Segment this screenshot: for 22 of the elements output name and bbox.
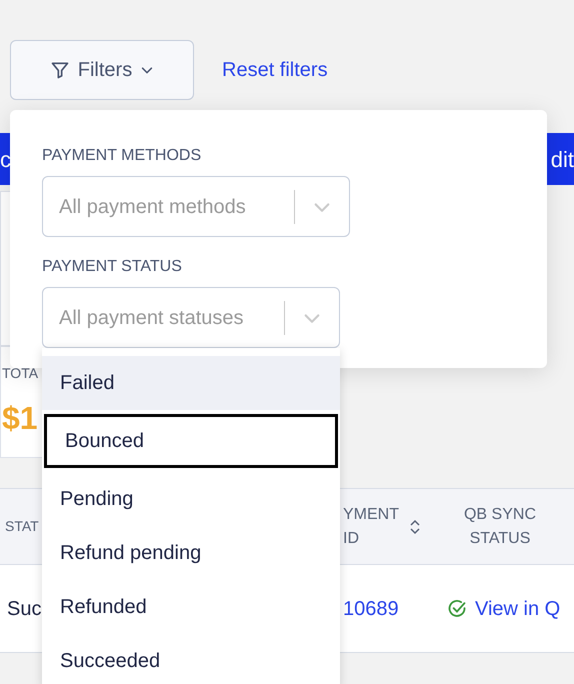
card-label: TOTA [2, 364, 38, 382]
status-option[interactable]: Succeeded [42, 634, 340, 684]
status-option[interactable]: Bounced [44, 414, 338, 468]
column-header: STAT [5, 518, 39, 534]
table-cell: Suc [7, 598, 42, 620]
reset-filters-link[interactable]: Reset filters [222, 55, 328, 85]
payment-id-link[interactable]: 10689 [343, 598, 399, 620]
card-value: $1 [2, 398, 38, 438]
column-header: QB SYNC STATUS [462, 504, 537, 548]
sort-icon [409, 518, 421, 536]
banner-text: c [0, 146, 11, 174]
banner-text: dit [550, 146, 574, 174]
section-label: PAYMENT METHODS [42, 146, 202, 166]
status-option[interactable]: Refund pending [42, 526, 340, 580]
view-in-link[interactable]: View in Q [475, 594, 560, 624]
status-option[interactable]: Refunded [42, 580, 340, 634]
section-label: PAYMENT STATUS [42, 257, 183, 277]
column-header: YMENT ID [343, 504, 400, 548]
filters-button[interactable]: Filters [10, 40, 194, 100]
status-option[interactable]: Pending [42, 472, 340, 526]
status-option[interactable]: Failed [42, 356, 340, 410]
filter-icon [50, 60, 70, 80]
